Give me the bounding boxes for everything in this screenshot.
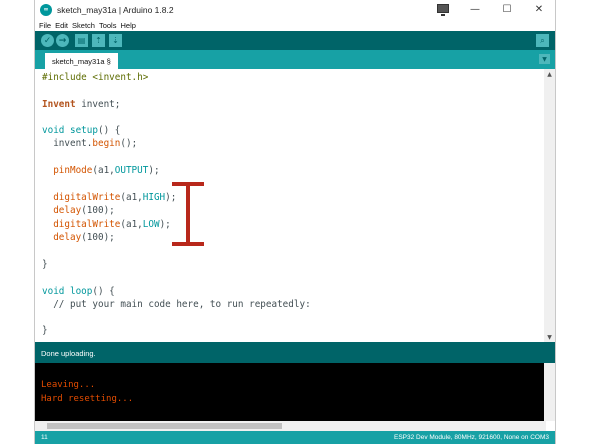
code-token: LOW — [142, 219, 160, 230]
scroll-up-icon[interactable]: ▲ — [544, 69, 555, 79]
code-token: begin — [92, 138, 121, 149]
status-message: Done uploading. — [41, 349, 96, 358]
footer-bar: 11 ESP32 Dev Module, 80MHz, 921600, None… — [35, 431, 555, 444]
code-line: #include <invent.h> — [42, 72, 148, 83]
code-token: () { — [92, 286, 115, 297]
arduino-logo-icon: ∞ — [40, 3, 52, 16]
status-bar: Done uploading. — [35, 342, 555, 363]
code-token: loop — [64, 286, 93, 297]
console-line: Leaving... — [41, 380, 96, 390]
line-number: 11 — [41, 434, 48, 441]
code-token: invent. — [42, 138, 93, 149]
window-controls: — ☐ ✕ — [427, 0, 555, 19]
menu-help[interactable]: Help — [120, 21, 135, 30]
code-token: (100); — [81, 232, 115, 243]
verify-button[interactable]: ✓ — [41, 34, 54, 47]
bracket-bottom — [172, 242, 204, 246]
code-token: (); — [120, 138, 138, 149]
console-output[interactable]: Leaving... Hard resetting... — [35, 363, 546, 421]
tab-bar: sketch_may31a § ▼ — [35, 50, 555, 69]
editor-vertical-scrollbar[interactable]: ▲ ▼ — [544, 69, 555, 342]
code-line: // put your main code here, to run repea… — [42, 299, 311, 310]
menu-sketch[interactable]: Sketch — [72, 21, 95, 30]
open-button[interactable]: ⇡ — [92, 34, 105, 47]
code-token: delay — [42, 205, 82, 216]
board-info: ESP32 Dev Module, 80MHz, 921600, None on… — [393, 434, 549, 441]
code-line: pinMode(a1,OUTPUT); — [42, 165, 160, 176]
display-icon — [427, 0, 459, 19]
toolbar: ✓ → ▤ ⇡ ⇣ ⌕ — [35, 31, 555, 50]
code-token: pinMode — [42, 165, 93, 176]
close-button[interactable]: ✕ — [523, 0, 555, 19]
window-title: sketch_may31a | Arduino 1.8.2 — [57, 4, 174, 15]
menu-edit[interactable]: Edit — [55, 21, 68, 30]
code-token: invent; — [75, 99, 121, 110]
title-bar: ∞ sketch_may31a | Arduino 1.8.2 — ☐ ✕ — [35, 0, 555, 19]
tab-sketch[interactable]: sketch_may31a § — [45, 53, 118, 69]
new-button[interactable]: ▤ — [75, 34, 88, 47]
code-token: (100); — [81, 205, 115, 216]
code-line: void loop() { — [42, 286, 115, 297]
code-token: } — [42, 259, 48, 270]
code-line: digitalWrite(a1,LOW); — [42, 219, 171, 230]
menu-tools[interactable]: Tools — [99, 21, 117, 30]
console-line: Hard resetting... — [41, 394, 134, 404]
code-line: } — [42, 325, 48, 336]
code-token: ); — [159, 219, 171, 230]
code-comment: // put your main code here, to run repea… — [42, 299, 311, 310]
code-line: invent.begin(); — [42, 138, 137, 149]
code-token: () { — [97, 125, 121, 136]
code-token: void — [42, 125, 65, 136]
menu-bar: File Edit Sketch Tools Help — [35, 19, 555, 31]
bracket-stem — [186, 182, 190, 246]
annotation-bracket-marker — [172, 182, 204, 246]
maximize-button[interactable]: ☐ — [491, 0, 523, 19]
minimize-button[interactable]: — — [459, 0, 491, 19]
scrollbar-thumb[interactable] — [47, 423, 282, 429]
code-token: digitalWrite — [42, 219, 121, 230]
save-button[interactable]: ⇣ — [109, 34, 122, 47]
code-line: digitalWrite(a1,HIGH); — [42, 192, 176, 203]
code-token: setup — [64, 125, 98, 136]
code-line: delay(100); — [42, 232, 115, 243]
code-token: ); — [148, 165, 160, 176]
code-token: (a1, — [92, 165, 115, 176]
upload-button[interactable]: → — [56, 34, 69, 47]
code-token: HIGH — [142, 192, 166, 203]
code-token: void — [42, 286, 65, 297]
serial-monitor-button[interactable]: ⌕ — [536, 34, 549, 47]
code-token: Invent — [42, 99, 76, 110]
code-token: (a1, — [120, 192, 143, 203]
code-line: delay(100); — [42, 205, 115, 216]
include-directive: #include <invent.h> — [42, 72, 149, 83]
tab-menu-button[interactable]: ▼ — [539, 54, 550, 64]
code-token: (a1, — [120, 219, 143, 230]
code-token: delay — [42, 232, 82, 243]
console-vertical-scrollbar[interactable] — [544, 363, 555, 421]
code-token: digitalWrite — [42, 192, 121, 203]
code-token: OUTPUT — [114, 165, 149, 176]
menu-file[interactable]: File — [39, 21, 51, 30]
code-line: Invent invent; — [42, 99, 120, 110]
scroll-down-icon[interactable]: ▼ — [544, 332, 555, 342]
arduino-ide-window: ∞ sketch_may31a | Arduino 1.8.2 — ☐ ✕ Fi… — [34, 0, 556, 444]
code-token: } — [42, 325, 48, 336]
code-editor[interactable]: #include <invent.h> Invent invent; void … — [35, 69, 546, 342]
code-line: } — [42, 259, 48, 270]
code-line: void setup() { — [42, 125, 120, 136]
console-horizontal-scrollbar[interactable] — [35, 421, 546, 431]
